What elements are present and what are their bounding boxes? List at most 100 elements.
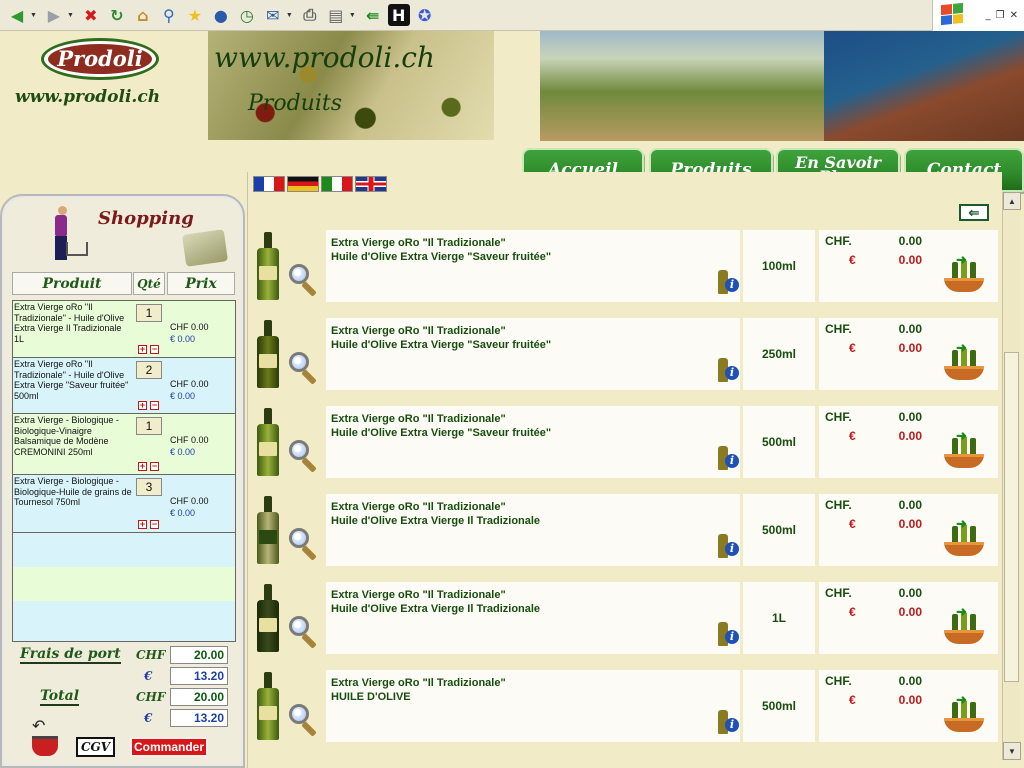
qty-plus-button[interactable]: + [138, 462, 147, 471]
basket-icon[interactable] [32, 736, 58, 756]
cgv-button[interactable]: CGV [76, 737, 115, 757]
bottle-icon[interactable] [255, 232, 281, 300]
qty-plus-button[interactable]: + [138, 345, 147, 354]
prodoli-logo[interactable]: Prodoli [41, 38, 159, 80]
product-size: 500ml [743, 406, 815, 478]
product-description: Extra Vierge oRo "Il Tradizionale" Huile … [326, 406, 740, 478]
bottle-icon[interactable] [255, 672, 281, 740]
add-to-basket-icon[interactable]: ➜ [942, 692, 986, 734]
info-icon[interactable]: i [715, 442, 739, 470]
cart-qty[interactable]: 1 [136, 304, 162, 322]
eur-value: 0.00 [898, 253, 922, 267]
add-to-basket-icon[interactable]: ➜ [942, 516, 986, 558]
product-row: Extra Vierge oRo "Il Tradizionale" Huile … [253, 494, 998, 566]
flag-german-icon[interactable] [287, 176, 319, 192]
browser-toolbar: ◀ ▼ ▶ ▼ ✖ ↻ ⌂ ⚲ ★ ● ◷ ✉ ▼ ⎙ ▤ ▼ ⇚ H ✪ [0, 0, 1024, 31]
return-arrow-icon[interactable]: ↶ [32, 716, 45, 736]
info-icon[interactable]: i [715, 266, 739, 294]
mail-dropdown-icon[interactable]: ▼ [286, 12, 293, 19]
h-icon[interactable]: H [387, 4, 410, 26]
back-icon[interactable]: ◀ [6, 4, 28, 26]
add-to-basket-icon[interactable]: ➜ [942, 604, 986, 646]
info-icon[interactable]: i [715, 354, 739, 382]
product-size: 1L [743, 582, 815, 654]
bottle-icon[interactable] [255, 496, 281, 564]
chf-value: 0.00 [898, 498, 922, 512]
history-icon[interactable]: ◷ [236, 4, 258, 26]
cart-item-eur: € 0.00 [170, 334, 196, 344]
close-button[interactable]: ✕ [1010, 10, 1018, 21]
mail-icon[interactable]: ✉ [262, 4, 284, 26]
banner-url: www.prodoli.ch [214, 41, 435, 74]
info-icon[interactable]: i [715, 530, 739, 558]
chf-label: CHF. [825, 322, 852, 336]
scroll-up-icon[interactable]: ▲ [1003, 192, 1021, 210]
zoom-icon[interactable] [289, 264, 319, 298]
search-icon[interactable]: ⚲ [158, 4, 180, 26]
media-icon[interactable]: ● [210, 4, 232, 26]
bottle-icon[interactable] [255, 408, 281, 476]
qty-plus-button[interactable]: + [138, 520, 147, 529]
qty-minus-button[interactable]: − [150, 345, 159, 354]
add-to-basket-icon[interactable]: ➜ [942, 428, 986, 470]
info-icon[interactable]: i [715, 706, 739, 734]
cart-qty[interactable]: 1 [136, 417, 162, 435]
discuss-icon[interactable]: ✪ [414, 4, 436, 26]
forward-dropdown-icon[interactable]: ▼ [67, 12, 74, 19]
qty-minus-button[interactable]: − [150, 520, 159, 529]
product-price: CHF. 0.00 €0.00 ➜ [819, 670, 998, 742]
total-eur-label: € [144, 711, 153, 725]
product-line2: HUILE D'OLIVE [331, 691, 411, 703]
minimize-button[interactable]: _ [986, 10, 991, 21]
print-icon[interactable]: ⎙ [299, 4, 321, 26]
cart-item-eur: € 0.00 [170, 447, 196, 457]
favorites-icon[interactable]: ★ [184, 4, 206, 26]
cart-qty[interactable]: 3 [136, 478, 162, 496]
qty-minus-button[interactable]: − [150, 462, 159, 471]
zoom-icon[interactable] [289, 616, 319, 650]
zoom-icon[interactable] [289, 352, 319, 386]
messenger-icon[interactable]: ⇚ [362, 4, 384, 26]
header-banner: www.prodoli.ch Produits [208, 31, 494, 140]
refresh-icon[interactable]: ↻ [106, 4, 128, 26]
back-arrow-button[interactable]: ⇐ [959, 204, 989, 221]
cart-row: Extra Vierge oRo "Il Tradizionale" - Hui… [13, 301, 235, 358]
forward-icon[interactable]: ▶ [43, 4, 65, 26]
cart-item-chf: CHF 0.00 [170, 435, 209, 445]
chf-value: 0.00 [898, 410, 922, 424]
scroll-down-icon[interactable]: ▼ [1003, 742, 1021, 760]
stop-icon[interactable]: ✖ [80, 4, 102, 26]
edit-icon[interactable]: ▤ [325, 4, 347, 26]
zoom-icon[interactable] [289, 704, 319, 738]
info-icon[interactable]: i [715, 618, 739, 646]
flag-italian-icon[interactable] [321, 176, 353, 192]
flag-french-icon[interactable] [253, 176, 285, 192]
bottle-icon[interactable] [255, 320, 281, 388]
bottle-icon[interactable] [255, 584, 281, 652]
commander-button[interactable]: Commander [130, 737, 208, 757]
product-size: 100ml [743, 230, 815, 302]
home-icon[interactable]: ⌂ [132, 4, 154, 26]
qty-plus-button[interactable]: + [138, 401, 147, 410]
qty-minus-button[interactable]: − [150, 401, 159, 410]
cart-qty[interactable]: 2 [136, 361, 162, 379]
add-to-basket-icon[interactable]: ➜ [942, 252, 986, 294]
eur-value: 0.00 [898, 693, 922, 707]
flag-english-icon[interactable] [355, 176, 387, 192]
restore-button[interactable]: ❐ [996, 10, 1005, 21]
add-to-basket-icon[interactable]: ➜ [942, 340, 986, 382]
zoom-icon[interactable] [289, 440, 319, 474]
content-scrollbar[interactable]: ▲ ▼ [1002, 192, 1021, 760]
back-dropdown-icon[interactable]: ▼ [30, 12, 37, 19]
product-description: Extra Vierge oRo "Il Tradizionale" Huile … [326, 494, 740, 566]
eur-label: € [849, 693, 856, 707]
zoom-icon[interactable] [289, 528, 319, 562]
scroll-thumb[interactable] [1004, 352, 1019, 682]
shipping-eur-label: € [144, 669, 153, 683]
product-row: Extra Vierge oRo "Il Tradizionale" Huile … [253, 582, 998, 654]
chf-label: CHF. [825, 410, 852, 424]
eur-label: € [849, 605, 856, 619]
product-line1: Extra Vierge oRo "Il Tradizionale" [331, 677, 506, 689]
cart-row: Extra Vierge oRo "Il Tradizionale" - Hui… [13, 358, 235, 414]
edit-dropdown-icon[interactable]: ▼ [349, 12, 356, 19]
